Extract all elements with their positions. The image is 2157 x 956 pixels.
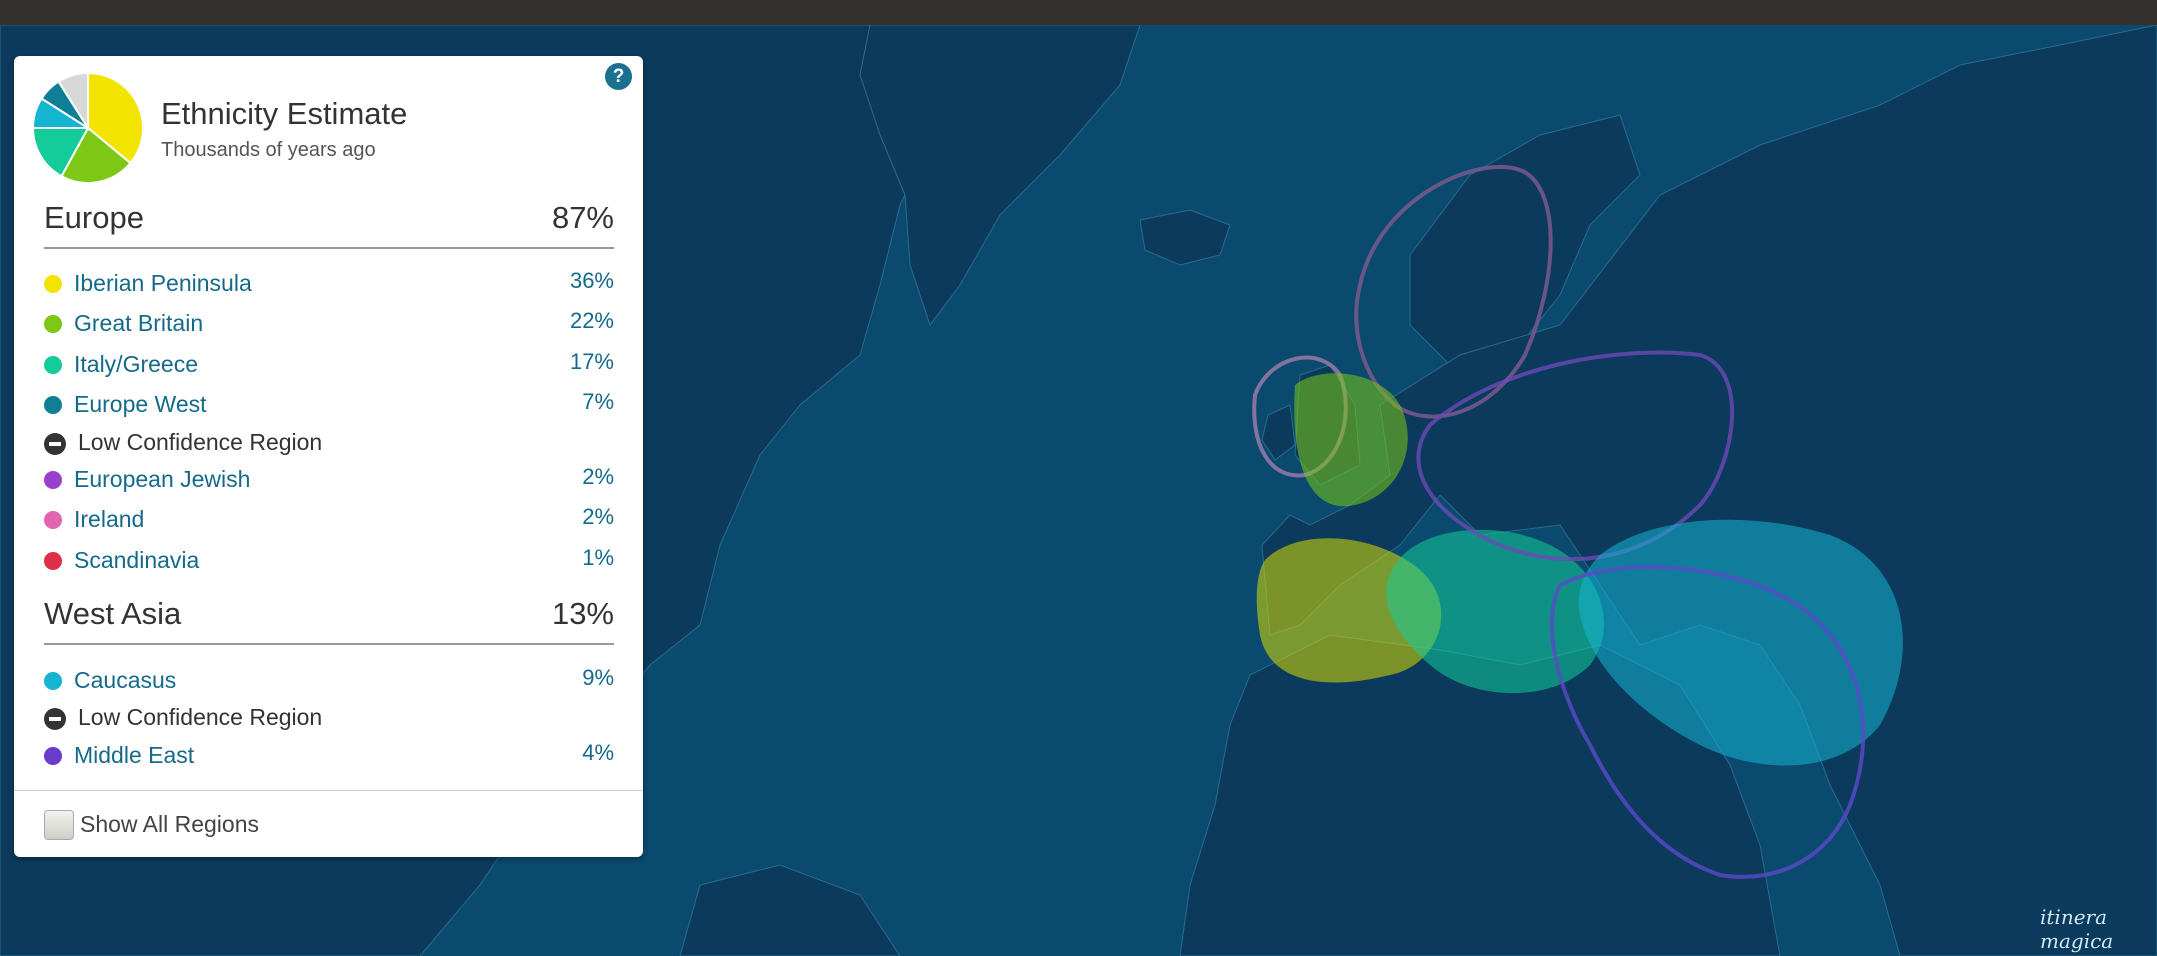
region-color-dot [44, 396, 62, 414]
group-percent: 13% [551, 596, 614, 631]
ethnicity-pie-chart [32, 72, 144, 184]
group-divider [44, 643, 614, 645]
region-row-scandinavia[interactable]: Scandinavia 1% [44, 545, 614, 579]
region-color-dot [44, 672, 62, 690]
low-confidence-header[interactable]: Low Confidence Region [44, 702, 614, 736]
region-color-dot [44, 552, 62, 570]
panel-subtitle: Thousands of years ago [161, 139, 376, 161]
group-name: West Asia [44, 596, 182, 631]
region-row-italy-greece[interactable]: Italy/Greece 17% [44, 349, 614, 383]
region-row-caucasus[interactable]: Caucasus 9% [44, 665, 614, 699]
group-divider [44, 247, 614, 249]
group-europe: Europe 87% [44, 200, 614, 240]
region-label[interactable]: Middle East [74, 742, 194, 769]
region-color-dot [44, 511, 62, 529]
panel-title: Ethnicity Estimate [161, 96, 408, 131]
show-all-regions-checkbox[interactable] [44, 810, 74, 840]
region-percent: 1% [582, 545, 614, 570]
region-row-ireland[interactable]: Ireland 2% [44, 504, 614, 538]
region-color-dot [44, 471, 62, 489]
region-color-dot [44, 747, 62, 765]
watermark-logo: itinera magica [2040, 905, 2114, 953]
group-west-asia: West Asia 13% [44, 596, 614, 636]
region-percent: 2% [582, 504, 614, 529]
group-name: Europe [44, 200, 144, 235]
region-percent: 17% [569, 349, 614, 374]
region-label[interactable]: Italy/Greece [74, 351, 198, 378]
region-percent: 4% [582, 740, 614, 765]
region-label[interactable]: European Jewish [74, 466, 250, 493]
region-percent: 36% [569, 268, 614, 293]
region-label[interactable]: Ireland [74, 506, 144, 533]
low-confidence-header[interactable]: Low Confidence Region [44, 427, 614, 461]
region-label[interactable]: Great Britain [74, 310, 203, 337]
group-percent: 87% [551, 200, 614, 235]
region-row-iberian-peninsula[interactable]: Iberian Peninsula 36% [44, 268, 614, 302]
top-bar [0, 0, 2157, 25]
show-all-regions-label[interactable]: Show All Regions [80, 811, 259, 838]
low-confidence-label: Low Confidence Region [78, 429, 323, 455]
region-label[interactable]: Iberian Peninsula [74, 270, 252, 297]
region-label[interactable]: Europe West [74, 391, 207, 418]
region-label[interactable]: Scandinavia [74, 547, 199, 574]
region-color-dot [44, 356, 62, 374]
region-percent: 7% [582, 389, 614, 414]
region-row-european-jewish[interactable]: European Jewish 2% [44, 464, 614, 498]
region-percent: 22% [569, 308, 614, 333]
collapse-minus-icon[interactable] [44, 708, 66, 730]
low-confidence-label: Low Confidence Region [78, 704, 323, 730]
region-label[interactable]: Caucasus [74, 667, 176, 694]
collapse-minus-icon[interactable] [44, 433, 66, 455]
region-color-dot [44, 315, 62, 333]
region-row-middle-east[interactable]: Middle East 4% [44, 740, 614, 774]
region-color-dot [44, 275, 62, 293]
region-percent: 2% [582, 464, 614, 489]
footer-divider [14, 790, 643, 791]
region-percent: 9% [582, 665, 614, 690]
region-row-great-britain[interactable]: Great Britain 22% [44, 308, 614, 342]
help-icon[interactable]: ? [605, 63, 632, 90]
region-row-europe-west[interactable]: Europe West 7% [44, 389, 614, 423]
